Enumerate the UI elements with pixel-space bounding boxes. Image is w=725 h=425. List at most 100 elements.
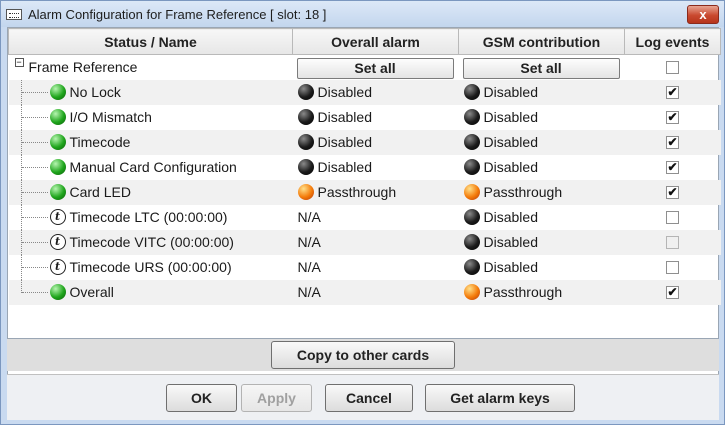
log-events-checkbox[interactable]: ✔ <box>666 135 679 149</box>
overall-alarm-value: N/A <box>297 234 321 250</box>
check-icon: ✔ <box>667 284 678 299</box>
tree-branch <box>21 191 48 193</box>
tree-branch <box>21 241 48 243</box>
gsm-contribution-cell[interactable]: Disabled <box>459 109 625 125</box>
log-events-checkbox[interactable] <box>666 260 679 274</box>
black-led-icon <box>463 134 480 150</box>
alarm-row[interactable]: t Timecode LTC (00:00:00) N/A Disabled <box>9 204 721 230</box>
log-events-checkbox[interactable]: ✔ <box>666 85 679 99</box>
log-events-checkbox[interactable]: ✔ <box>666 184 679 199</box>
header-gsm-contribution[interactable]: GSM contribution <box>458 28 625 55</box>
alarm-row[interactable]: Card LED Passthrough Passthrough ✔ <box>8 179 721 205</box>
window-icon <box>6 8 22 20</box>
collapse-icon[interactable]: − <box>14 58 24 67</box>
gsm-contribution-cell[interactable]: Disabled <box>459 209 625 225</box>
alarm-row[interactable]: t Timecode URS (00:00:00) N/A Disabled <box>9 254 721 280</box>
overall-alarm-value: Disabled <box>317 159 372 175</box>
black-led-icon <box>297 84 314 100</box>
set-all-overall-button[interactable]: Set all <box>296 57 454 79</box>
overall-alarm-cell[interactable]: Passthrough <box>293 184 459 200</box>
overall-alarm-value: N/A <box>297 284 321 300</box>
title-bar[interactable]: Alarm Configuration for Frame Reference … <box>1 1 724 27</box>
window-title: Alarm Configuration for Frame Reference … <box>28 6 327 22</box>
black-led-icon <box>463 109 480 125</box>
header-status-name[interactable]: Status / Name <box>8 28 293 55</box>
gsm-contribution-cell[interactable]: Disabled <box>459 159 625 175</box>
overall-alarm-value: Disabled <box>317 84 372 100</box>
info-t-icon: t <box>49 208 66 225</box>
close-button[interactable]: x <box>687 5 719 24</box>
alarm-name-label: Overall <box>69 283 114 300</box>
overall-alarm-cell[interactable]: Disabled <box>293 84 459 100</box>
log-events-checkbox[interactable]: ✔ <box>666 284 679 299</box>
alarm-name-label: Timecode VITC (00:00:00) <box>69 233 234 250</box>
log-events-checkbox[interactable]: ✔ <box>666 109 679 124</box>
black-led-icon <box>463 209 480 225</box>
alarm-name-label: Card LED <box>69 183 131 200</box>
gsm-contribution-cell[interactable]: Disabled <box>459 234 625 250</box>
gsm-contribution-value: Disabled <box>483 134 538 150</box>
check-icon: ✔ <box>667 184 678 199</box>
tree-branch <box>21 91 48 93</box>
green-led-icon <box>49 158 66 175</box>
gsm-contribution-value: Passthrough <box>483 184 563 200</box>
info-t-icon: t <box>49 233 66 250</box>
alarm-row[interactable]: Timecode Disabled Disabled ✔ <box>8 129 721 155</box>
copy-bar: Copy to other cards <box>7 338 719 371</box>
gsm-contribution-cell[interactable]: Disabled <box>459 84 625 100</box>
alarm-name: No Lock <box>49 83 121 100</box>
gsm-contribution-cell[interactable]: Disabled <box>459 134 625 150</box>
overall-alarm-cell[interactable]: Disabled <box>293 159 459 175</box>
black-led-icon <box>463 84 480 100</box>
dialog-button-bar: OK Apply Cancel Get alarm keys <box>7 374 719 420</box>
header-overall-alarm[interactable]: Overall alarm <box>292 28 459 55</box>
green-led-icon <box>49 83 66 100</box>
group-log-checkbox[interactable] <box>666 60 679 74</box>
overall-alarm-cell[interactable]: Disabled <box>293 109 459 125</box>
check-icon: ✔ <box>667 109 678 124</box>
overall-alarm-cell: N/A <box>293 259 459 275</box>
group-name: Frame Reference <box>28 59 138 75</box>
alarm-row[interactable]: Overall N/A Passthrough ✔ <box>8 279 721 305</box>
get-alarm-keys-button[interactable]: Get alarm keys <box>425 384 575 412</box>
tree-branch <box>21 266 48 268</box>
log-events-checkbox[interactable] <box>666 210 679 224</box>
alarm-name: Card LED <box>49 183 131 200</box>
log-events-checkbox[interactable] <box>666 235 679 249</box>
green-led-icon <box>49 108 66 125</box>
gsm-contribution-cell[interactable]: Disabled <box>459 259 625 275</box>
overall-alarm-value: Passthrough <box>317 184 397 200</box>
log-events-checkbox[interactable]: ✔ <box>666 159 679 174</box>
alarm-row[interactable]: No Lock Disabled Disabled ✔ <box>8 79 721 105</box>
check-icon: ✔ <box>667 159 678 174</box>
tree-branch <box>21 216 48 218</box>
black-led-icon <box>463 259 480 275</box>
alarm-name-label: I/O Mismatch <box>69 108 152 125</box>
alarm-name-label: Manual Card Configuration <box>69 158 237 175</box>
group-name-cell: − Frame Reference <box>9 55 293 80</box>
alarm-row[interactable]: Manual Card Configuration Disabled Disable… <box>9 154 721 180</box>
tree-branch <box>21 116 48 118</box>
green-led-icon <box>49 283 66 300</box>
ok-button[interactable]: OK <box>166 384 237 412</box>
alarm-row[interactable]: t Timecode VITC (00:00:00) N/A Disabled <box>8 229 721 255</box>
gsm-contribution-cell[interactable]: Passthrough <box>459 184 625 200</box>
alarm-name: Overall <box>49 283 114 300</box>
set-all-gsm-button[interactable]: Set all <box>462 57 620 79</box>
orange-led-icon <box>463 184 480 200</box>
cancel-button[interactable]: Cancel <box>325 384 413 412</box>
black-led-icon <box>297 109 314 125</box>
overall-alarm-cell: N/A <box>293 284 459 300</box>
apply-button[interactable]: Apply <box>241 384 312 412</box>
gsm-contribution-value: Disabled <box>483 234 538 250</box>
gsm-contribution-cell[interactable]: Passthrough <box>459 284 625 300</box>
copy-to-other-cards-button[interactable]: Copy to other cards <box>271 341 455 369</box>
black-led-icon <box>463 159 480 175</box>
black-led-icon <box>463 234 480 250</box>
overall-alarm-cell[interactable]: Disabled <box>293 134 459 150</box>
alarm-row[interactable]: I/O Mismatch Disabled Disabled ✔ <box>9 104 721 130</box>
header-log-events[interactable]: Log events <box>624 28 721 55</box>
black-led-icon <box>297 159 314 175</box>
close-icon: x <box>699 7 707 22</box>
alarm-config-window: Alarm Configuration for Frame Reference … <box>0 0 725 425</box>
